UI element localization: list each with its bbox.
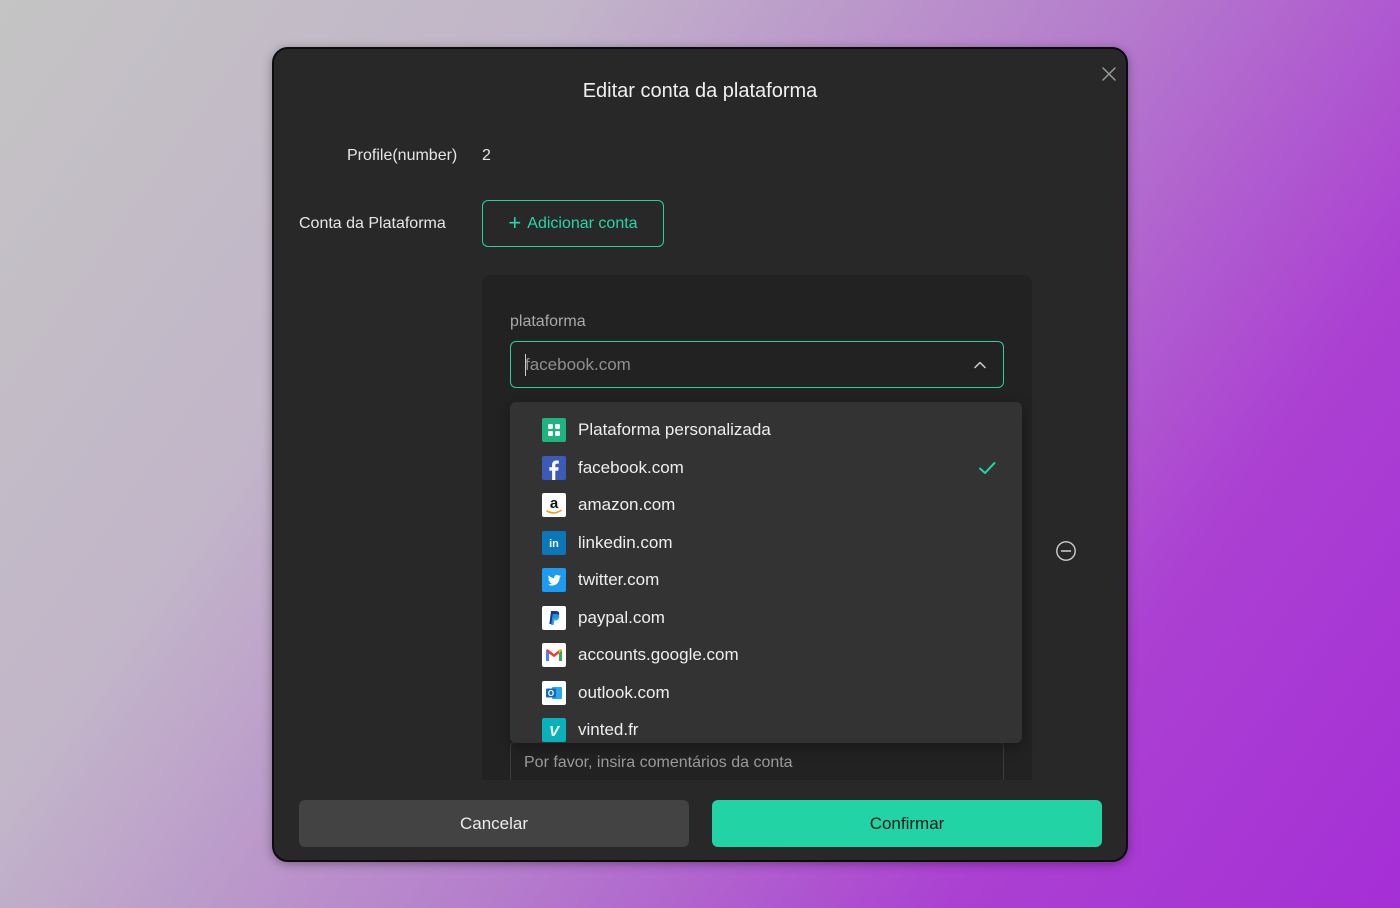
chevron-up-icon[interactable] (973, 358, 987, 372)
dropdown-option-linkedin[interactable]: in linkedin.com (510, 524, 1022, 561)
edit-platform-account-dialog: Editar conta da plataforma Profile(numbe… (272, 47, 1128, 862)
platform-dropdown: Plataforma personalizada facebook.com a … (510, 402, 1022, 743)
amazon-icon: a (542, 493, 566, 517)
svg-text:O: O (548, 689, 554, 698)
account-comment-field[interactable] (510, 741, 1004, 780)
dropdown-option-amazon[interactable]: a amazon.com (510, 486, 1022, 523)
profile-number-value: 2 (482, 147, 491, 164)
linkedin-icon: in (542, 531, 566, 555)
svg-text:a: a (550, 495, 559, 512)
paypal-icon (542, 606, 566, 630)
dropdown-option-label: Plataforma personalizada (578, 420, 771, 439)
dropdown-option-outlook[interactable]: O outlook.com (510, 674, 1022, 711)
platform-field-label: plataforma (510, 313, 586, 330)
dropdown-option-vinted[interactable]: V vinted.fr (510, 711, 1022, 743)
outlook-icon: O (542, 681, 566, 705)
dropdown-option-label: linkedin.com (578, 533, 673, 552)
svg-text:in: in (549, 538, 559, 550)
dropdown-option-label: amazon.com (578, 495, 676, 514)
dropdown-option-label: paypal.com (578, 608, 665, 627)
remove-account-icon[interactable] (1055, 540, 1077, 562)
profile-number-label: Profile(number) (347, 147, 458, 164)
vinted-icon: V (542, 718, 566, 742)
close-icon[interactable] (1100, 65, 1118, 83)
platform-select-input[interactable] (525, 342, 945, 387)
dropdown-option-twitter[interactable]: twitter.com (510, 561, 1022, 598)
dropdown-option-custom-platform[interactable]: Plataforma personalizada (510, 411, 1022, 448)
plus-icon: + (508, 209, 522, 235)
dropdown-option-label: accounts.google.com (578, 645, 739, 664)
account-comment-input[interactable] (524, 752, 984, 780)
add-account-button[interactable]: + Adicionar conta (482, 200, 664, 247)
dropdown-option-label: vinted.fr (578, 720, 639, 739)
dropdown-option-google[interactable]: accounts.google.com (510, 636, 1022, 673)
facebook-icon (542, 456, 566, 480)
text-caret (525, 354, 526, 376)
dropdown-option-label: outlook.com (578, 683, 670, 702)
custom-platform-icon (542, 418, 566, 442)
platform-account-label: Conta da Plataforma (299, 215, 446, 232)
dropdown-option-paypal[interactable]: paypal.com (510, 599, 1022, 636)
gmail-icon (542, 643, 566, 667)
dropdown-option-label: twitter.com (578, 570, 660, 589)
confirm-button[interactable]: Confirmar (712, 800, 1102, 847)
cancel-button[interactable]: Cancelar (299, 800, 689, 847)
twitter-icon (542, 568, 566, 592)
check-icon (978, 459, 996, 477)
dropdown-option-facebook[interactable]: facebook.com (510, 449, 1022, 486)
add-account-button-label: Adicionar conta (527, 214, 638, 232)
dropdown-option-label: facebook.com (578, 458, 684, 477)
dialog-title: Editar conta da plataforma (582, 80, 818, 102)
platform-select[interactable] (510, 341, 1004, 388)
